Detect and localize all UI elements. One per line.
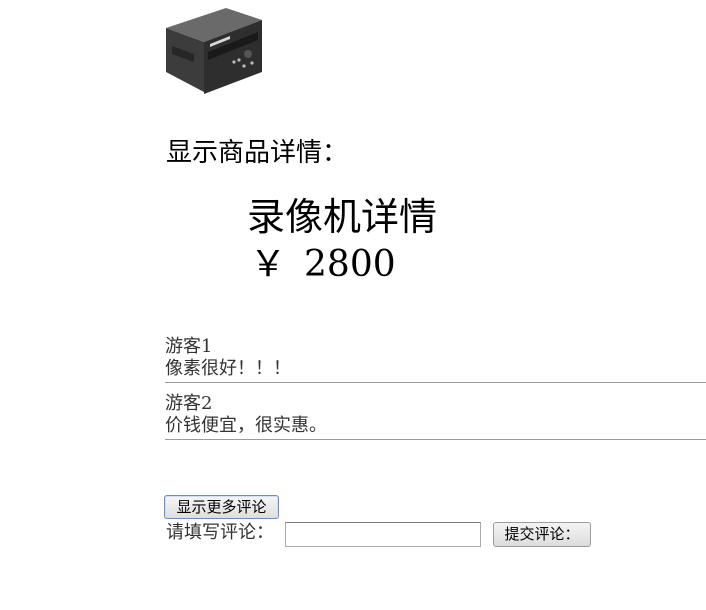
button-dot bbox=[242, 64, 246, 68]
comment-item: 游客2 价钱便宜，很实惠。 bbox=[165, 393, 706, 437]
product-price: ￥ 2800 bbox=[250, 243, 396, 287]
comment-user: 游客1 bbox=[165, 336, 213, 357]
product-image bbox=[166, 8, 262, 94]
comment-user: 游客2 bbox=[165, 393, 213, 414]
section-title: 显示商品详情： bbox=[166, 138, 349, 168]
price-value: 2800 bbox=[304, 244, 396, 285]
button-dot bbox=[237, 58, 241, 62]
comment-item: 游客1 像素很好！！！ bbox=[165, 336, 706, 380]
product-name: 录像机详情 bbox=[247, 195, 438, 239]
jog-dial-icon bbox=[244, 50, 252, 58]
button-dot bbox=[250, 61, 254, 65]
comment-label: 请填写评论： bbox=[166, 522, 274, 543]
comment-text: 像素很好！！！ bbox=[165, 358, 291, 379]
comment-text: 价钱便宜，很实惠。 bbox=[165, 415, 327, 436]
comment-list: 游客1 像素很好！！！ 游客2 价钱便宜，很实惠。 bbox=[165, 336, 706, 450]
currency-symbol: ￥ bbox=[250, 244, 287, 285]
comment-form: 请填写评论： 提交评论： bbox=[166, 520, 606, 548]
submit-comment-button[interactable]: 提交评论： bbox=[493, 522, 591, 547]
comment-divider bbox=[165, 382, 706, 383]
comment-divider bbox=[165, 439, 706, 440]
product-detail-page: 显示商品详情： 录像机详情 ￥ 2800 游客1 像素很好！！！ 游客2 价钱便宜… bbox=[0, 0, 706, 610]
show-more-comments-button[interactable]: 显示更多评论 bbox=[164, 495, 279, 519]
button-dot bbox=[232, 60, 236, 64]
comment-input[interactable] bbox=[285, 522, 481, 547]
